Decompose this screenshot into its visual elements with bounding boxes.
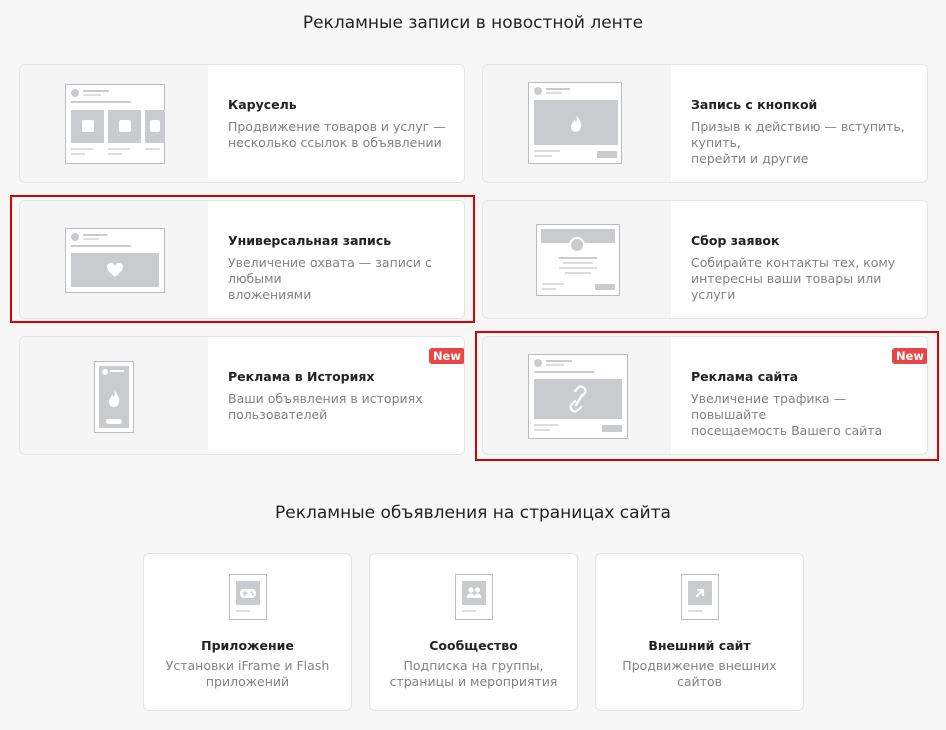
- new-badge: New: [428, 348, 464, 364]
- gamepad-icon: [229, 574, 267, 620]
- card-button-post[interactable]: Запись с кнопкой Призыв к действию — вст…: [482, 64, 928, 183]
- card-carousel[interactable]: Карусель Продвижение товаров и услуг — н…: [19, 64, 465, 183]
- link-post-mock-icon: [528, 354, 628, 439]
- carousel-preview: [20, 65, 208, 182]
- card-description: Установки iFrame и Flash приложений: [165, 658, 330, 689]
- card-website-ad[interactable]: Реклама сайта Увеличение трафика — повыш…: [482, 336, 928, 455]
- card-title: Приложение: [201, 638, 294, 653]
- card-description: Подписка на группы, страницы и мероприят…: [389, 658, 558, 689]
- card-title: Универсальная запись: [228, 233, 392, 248]
- people-icon: [455, 574, 493, 620]
- external-arrow-icon: [681, 574, 719, 620]
- phone-story-mock-icon: [94, 361, 134, 433]
- card-description: Собирайте контакты тех, кому интересны в…: [691, 255, 896, 302]
- website-ad-preview: [483, 337, 671, 454]
- card-description: Продвижение внешних сайтов: [622, 658, 777, 689]
- carousel-mock-icon: [65, 84, 165, 164]
- card-title: Карусель: [228, 97, 297, 112]
- feed-section-title: Рекламные записи в новостной ленте: [302, 13, 644, 33]
- card-stories[interactable]: Реклама в Историях Ваши объявления в ист…: [19, 336, 465, 455]
- card-title: Реклама сайта: [691, 369, 799, 384]
- card-community[interactable]: Сообщество Подписка на группы, страницы …: [369, 553, 578, 711]
- site-section-title: Рекламные объявления на страницах сайта: [275, 503, 671, 523]
- card-title: Реклама в Историях: [228, 369, 375, 384]
- card-lead-form[interactable]: Сбор заявок Собирайте контакты тех, кому…: [482, 200, 928, 319]
- card-description: Увеличение охвата — записи с любыми влож…: [228, 255, 432, 302]
- stories-preview: [20, 337, 208, 454]
- card-title: Внешний сайт: [648, 638, 751, 653]
- new-badge: New: [891, 348, 927, 364]
- card-description: Ваши объявления в историях пользователей: [228, 391, 423, 422]
- lead-form-preview: [483, 201, 671, 318]
- card-universal-post[interactable]: Универсальная запись Увеличение охвата —…: [19, 200, 465, 319]
- lead-form-mock-icon: [536, 224, 620, 296]
- flame-icon: [571, 115, 582, 132]
- card-title: Сбор заявок: [691, 233, 780, 248]
- heart-icon: [107, 263, 123, 277]
- card-description: Призыв к действию — вступить, купить, пе…: [691, 119, 905, 166]
- card-title: Сообщество: [429, 638, 518, 653]
- flame-post-mock-icon: [528, 82, 622, 164]
- card-description: Увеличение трафика — повышайте посещаемо…: [691, 391, 883, 438]
- universal-post-preview: [20, 201, 208, 318]
- card-description: Продвижение товаров и услуг — несколько …: [228, 119, 446, 150]
- link-icon: [569, 385, 587, 413]
- card-external-site[interactable]: Внешний сайт Продвижение внешних сайтов: [595, 553, 804, 711]
- heart-post-mock-icon: [65, 228, 165, 293]
- button-post-preview: [483, 65, 671, 182]
- card-application[interactable]: Приложение Установки iFrame и Flash прил…: [143, 553, 352, 711]
- card-title: Запись с кнопкой: [691, 97, 818, 112]
